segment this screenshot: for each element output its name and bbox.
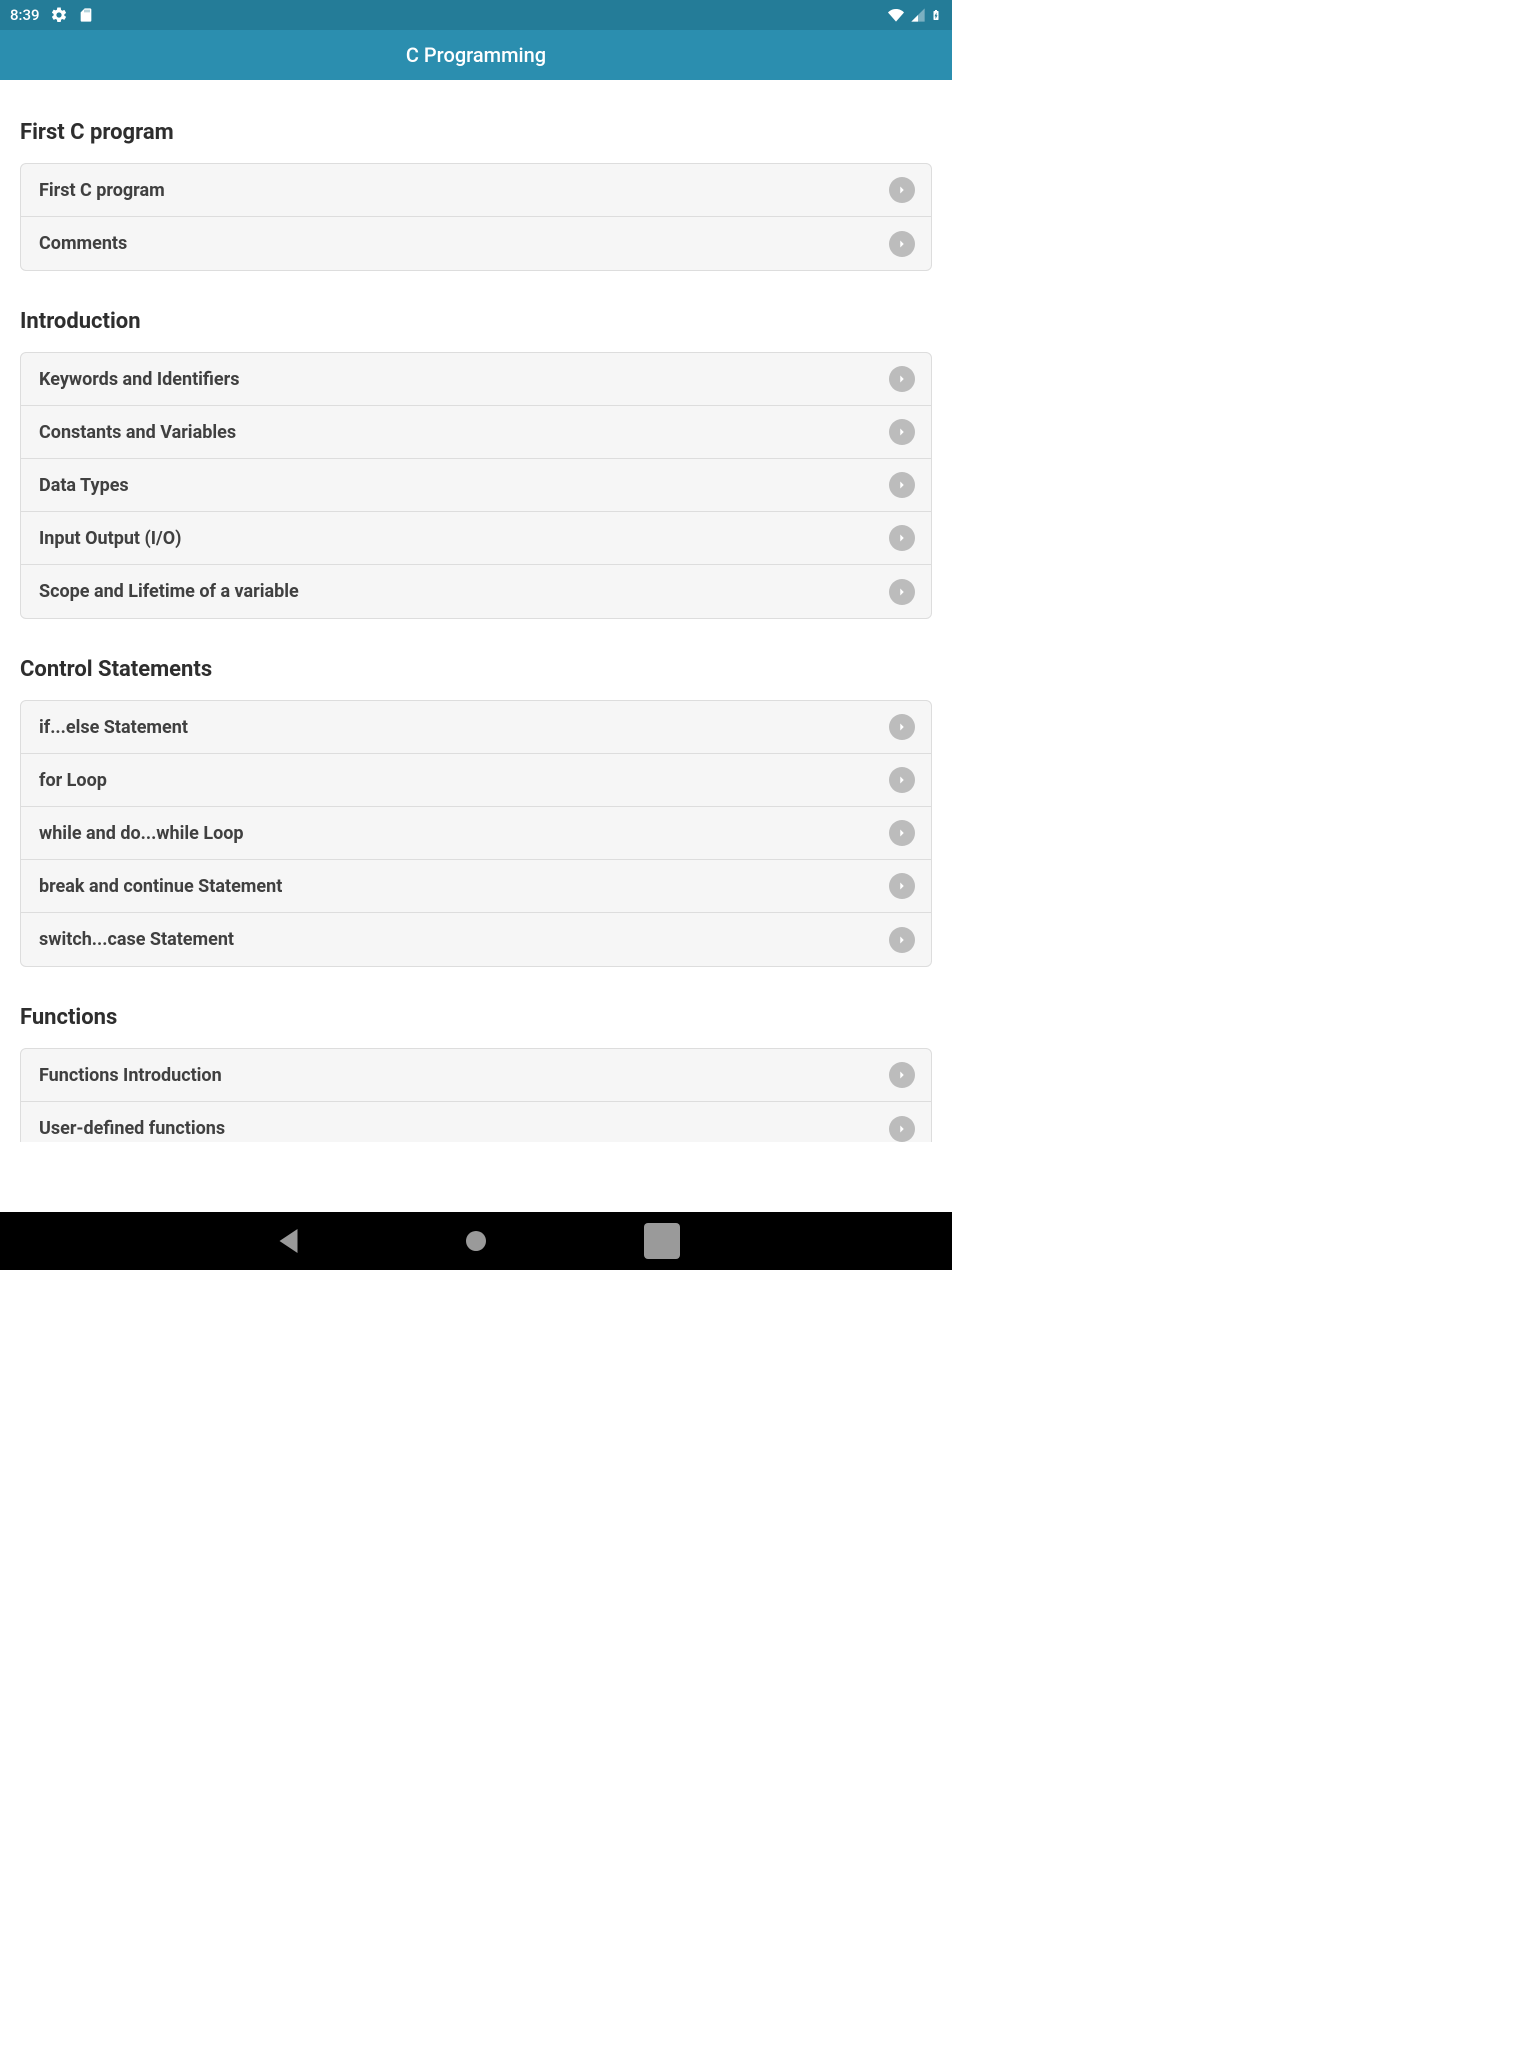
list-item-label: switch...case Statement	[39, 929, 234, 950]
list-item-label: if...else Statement	[39, 717, 188, 738]
list-item-label: break and continue Statement	[39, 876, 282, 897]
list-item-label: Constants and Variables	[39, 422, 236, 443]
list-item[interactable]: First C program	[21, 164, 931, 217]
chevron-right-icon	[889, 472, 915, 498]
chevron-right-icon	[889, 1116, 915, 1142]
list-item[interactable]: switch...case Statement	[21, 913, 931, 966]
chevron-right-icon	[889, 419, 915, 445]
list-item[interactable]: while and do...while Loop	[21, 807, 931, 860]
chevron-right-icon	[889, 231, 915, 257]
gear-icon	[50, 6, 68, 24]
chevron-right-icon	[889, 927, 915, 953]
battery-charging-icon	[930, 6, 942, 24]
status-time: 8:39	[10, 6, 40, 24]
chevron-right-icon	[889, 1062, 915, 1088]
chevron-right-icon	[889, 177, 915, 203]
list-item-label: Keywords and Identifiers	[39, 369, 239, 390]
list-group: if...else Statement for Loop while and do.…	[20, 700, 932, 967]
system-nav-bar	[0, 1212, 952, 1270]
app-title: C Programming	[406, 43, 546, 67]
list-item-label: User-defined functions	[39, 1118, 225, 1139]
status-left: 8:39	[10, 6, 94, 24]
list-item[interactable]: Data Types	[21, 459, 931, 512]
chevron-right-icon	[889, 579, 915, 605]
signal-icon	[910, 7, 926, 23]
section-title: First C program	[20, 120, 932, 145]
list-item-label: Input Output (I/O)	[39, 528, 181, 549]
chevron-right-icon	[889, 873, 915, 899]
list-item-label: Functions Introduction	[39, 1065, 222, 1086]
list-item-label: Scope and Lifetime of a variable	[39, 581, 299, 602]
section-title: Introduction	[20, 309, 932, 334]
list-item[interactable]: Scope and Lifetime of a variable	[21, 565, 931, 618]
list-item-label: First C program	[39, 180, 165, 201]
list-item-label: for Loop	[39, 770, 107, 791]
list-item[interactable]: for Loop	[21, 754, 931, 807]
list-item[interactable]: Keywords and Identifiers	[21, 353, 931, 406]
list-item-label: while and do...while Loop	[39, 823, 244, 844]
nav-back-button[interactable]	[268, 1219, 312, 1263]
list-group: Keywords and Identifiers Constants and Va…	[20, 352, 932, 619]
chevron-right-icon	[889, 366, 915, 392]
status-bar: 8:39	[0, 0, 952, 30]
wifi-icon	[886, 7, 906, 23]
nav-home-button[interactable]	[454, 1219, 498, 1263]
content-scroll[interactable]: First C program First C program Comments In…	[0, 80, 952, 1270]
list-item[interactable]: Comments	[21, 217, 931, 270]
section-title: Functions	[20, 1005, 932, 1030]
list-item[interactable]: break and continue Statement	[21, 860, 931, 913]
list-item[interactable]: Functions Introduction	[21, 1049, 931, 1102]
list-item-label: Data Types	[39, 475, 129, 496]
list-group: Functions Introduction User-defined funct…	[20, 1048, 932, 1156]
chevron-right-icon	[889, 525, 915, 551]
list-item[interactable]: if...else Statement	[21, 701, 931, 754]
chevron-right-icon	[889, 767, 915, 793]
list-item[interactable]: Constants and Variables	[21, 406, 931, 459]
bottom-strip	[0, 1142, 952, 1212]
app-bar: C Programming	[0, 30, 952, 80]
list-group: First C program Comments	[20, 163, 932, 271]
chevron-right-icon	[889, 820, 915, 846]
chevron-right-icon	[889, 714, 915, 740]
screen: 8:39 C Programming First C programFirst …	[0, 0, 952, 1270]
sd-card-icon	[78, 6, 94, 24]
section-title: Control Statements	[20, 657, 932, 682]
status-right	[886, 6, 942, 24]
list-item-label: Comments	[39, 233, 127, 254]
list-item[interactable]: Input Output (I/O)	[21, 512, 931, 565]
nav-recent-button[interactable]	[640, 1219, 684, 1263]
